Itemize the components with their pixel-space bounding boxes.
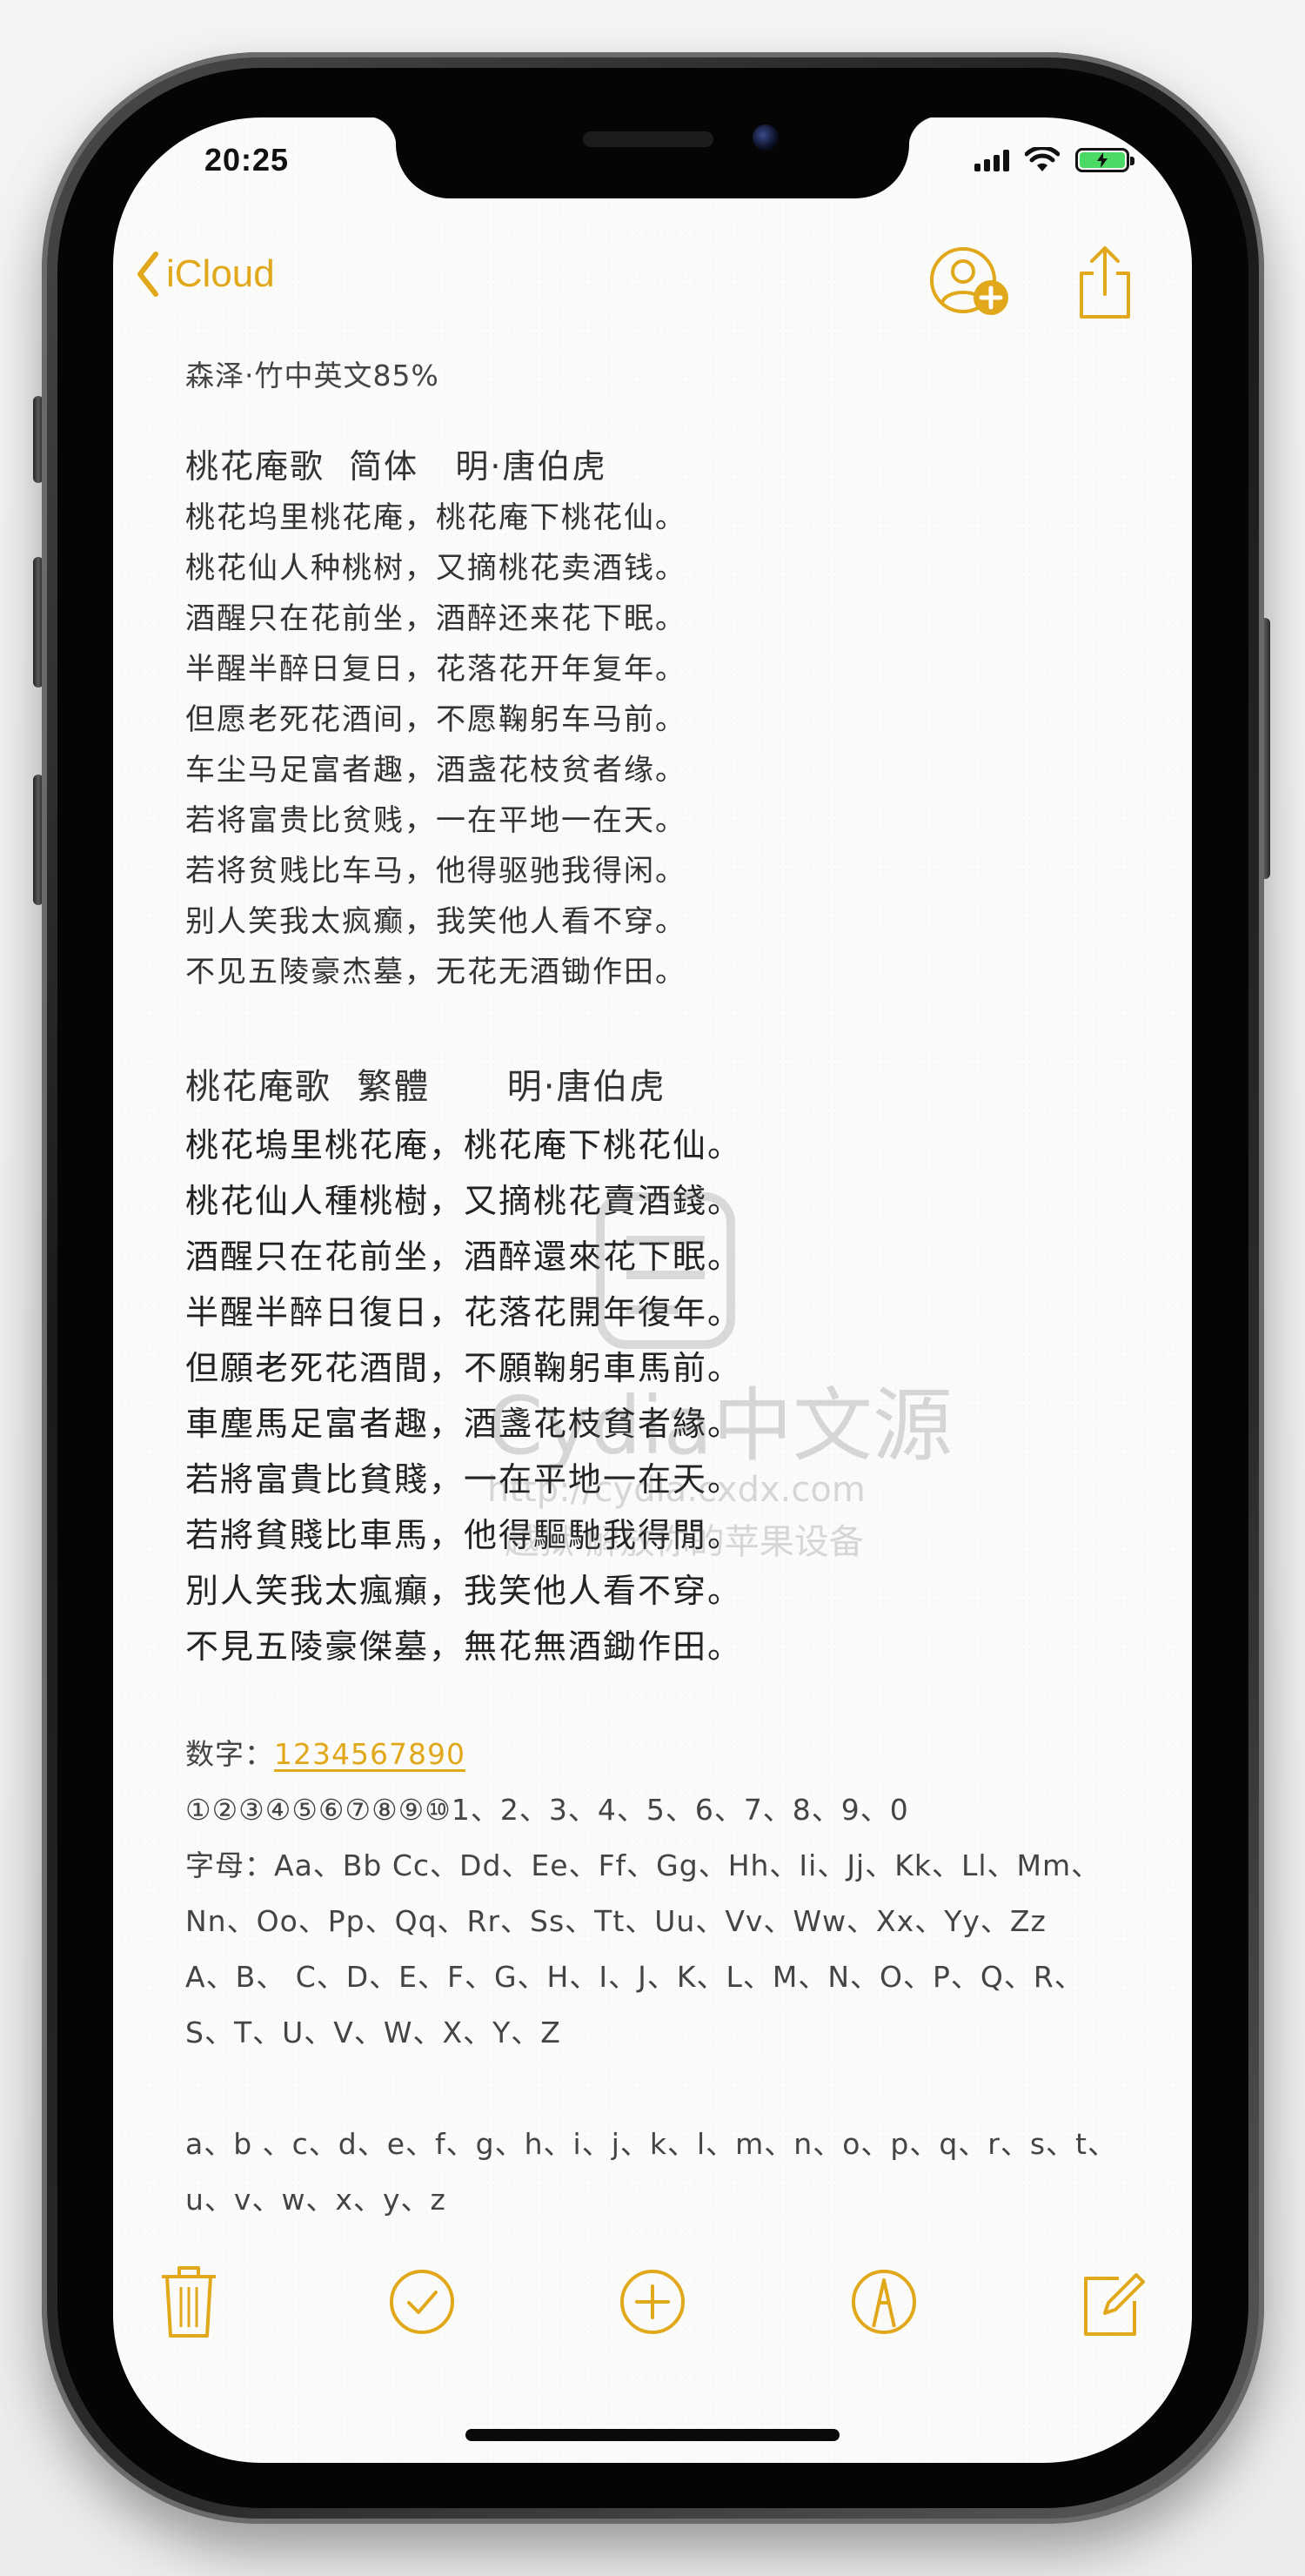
letters-pairs-2: Nn、Oo、Pp、Qq、Rr、Ss、Tt、Uu、Vv、Ww、Xx、Yy、Zz	[185, 1904, 1047, 1938]
compose-icon	[1084, 2273, 1145, 2336]
poem-line: 但愿老死花酒间，不愿鞠躬车马前。	[185, 702, 686, 737]
add-person-icon	[930, 247, 1008, 315]
trash-icon	[162, 2266, 216, 2338]
poem-simplified: 桃花庵歌 简体 明·唐伯虎 桃花坞里桃花庵，桃花庵下桃花仙。 桃花仙人种桃树，又…	[185, 439, 1125, 997]
speaker-grille	[583, 131, 713, 147]
share-button[interactable]	[1074, 244, 1135, 325]
checklist-icon	[390, 2270, 454, 2334]
poem-line: 若將貧賤比車馬，他得驅馳我得閒。	[185, 1516, 743, 1554]
device-mockup: 20:25 iCloud 森泽·竹中英文85% 桃花庵歌 简体 明·唐伯虎 桃花…	[0, 0, 1305, 2576]
delete-button[interactable]	[158, 2263, 219, 2345]
back-label: iCloud	[166, 252, 275, 295]
poem-line: 半醒半醉日復日，花落花開年復年。	[185, 1293, 743, 1332]
poem-line: 若将贫贱比车马，他得驱驰我得闲。	[185, 854, 686, 889]
add-button[interactable]	[618, 2263, 687, 2345]
poem-line: 桃花仙人種桃樹，又摘桃花賣酒錢。	[185, 1182, 743, 1220]
share-icon	[1080, 246, 1130, 319]
poem-line: 车尘马足富者趣，酒盏花枝贫者缘。	[185, 753, 686, 788]
notes-screen: 20:25 iCloud 森泽·竹中英文85% 桃花庵歌 简体 明·唐伯虎 桃花…	[113, 117, 1192, 2463]
add-icon	[620, 2270, 685, 2334]
compose-button[interactable]	[1079, 2263, 1148, 2345]
poem-line: 桃花仙人种桃树，又摘桃花卖酒钱。	[185, 551, 686, 586]
numbers-label: 数字：	[185, 1737, 274, 1771]
markup-icon	[852, 2270, 916, 2334]
poem-line: 不见五陵豪杰墓，无花无酒锄作田。	[185, 955, 686, 989]
poem-line: 若将富贵比贫贱，一在平地一在天。	[185, 803, 686, 838]
lowercase-line-2: u、v、w、x、y、z	[185, 2183, 446, 2217]
poem-line: 不見五陵豪傑墓，無花無酒鋤作田。	[185, 1627, 743, 1666]
note-content[interactable]: 森泽·竹中英文85% 桃花庵歌 简体 明·唐伯虎 桃花坞里桃花庵，桃花庵下桃花仙…	[185, 352, 1125, 2228]
bottom-toolbar	[113, 2263, 1192, 2341]
poem-line: 酒醒只在花前坐，酒醉还来花下眠。	[185, 601, 686, 636]
lowercase-line-1: a、b 、c、d、e、f、g、h、i、j、k、l、m、n、o、p、q、r、s、t…	[185, 2127, 1117, 2161]
note-title: 森泽·竹中英文85%	[185, 359, 439, 392]
poem-line: 車塵馬足富者趣，酒盞花枝貧者緣。	[185, 1405, 743, 1443]
numbers-line: 数字：1234567890	[185, 1727, 1125, 1782]
status-time: 20:25	[204, 142, 290, 178]
poem-line: 别人笑我太疯癫，我笑他人看不穿。	[185, 904, 686, 939]
home-indicator[interactable]	[465, 2429, 840, 2441]
back-chevron-icon	[137, 252, 158, 297]
battery-level	[1080, 152, 1125, 168]
poem-heading: 桃花庵歌 繁體 明·唐伯虎	[185, 1067, 666, 1107]
poem-line: 酒醒只在花前坐，酒醉還來花下眠。	[185, 1238, 743, 1276]
charging-bolt-icon	[1097, 152, 1108, 168]
uppercase-line-2: S、T、U、V、W、X、Y、Z	[185, 2016, 561, 2049]
notch	[365, 117, 940, 198]
character-samples: 数字：1234567890 ①②③④⑤⑥⑦⑧⑨⑩1、2、3、4、5、6、7、8、…	[185, 1727, 1125, 2228]
poem-heading: 桃花庵歌 简体 明·唐伯虎	[185, 447, 607, 486]
poem-line: 別人笑我太瘋癲，我笑他人看不穿。	[185, 1572, 743, 1610]
add-person-button[interactable]	[927, 244, 1014, 325]
cellular-signal-icon	[974, 149, 1009, 171]
circled-numbers-line: ①②③④⑤⑥⑦⑧⑨⑩1、2、3、4、5、6、7、8、9、0	[185, 1793, 909, 1827]
back-button[interactable]: iCloud	[135, 251, 275, 298]
battery-icon	[1075, 148, 1134, 172]
poem-line: 半醒半醉日复日，花落花开年复年。	[185, 652, 686, 687]
checklist-button[interactable]	[387, 2263, 457, 2345]
markup-button[interactable]	[849, 2263, 919, 2345]
letters-pairs-1: Aa、Bb Cc、Dd、Ee、Ff、Gg、Hh、Ii、Jj、Kk、Ll、Mm、	[274, 1848, 1101, 1882]
poem-line: 若將富貴比貧賤，一在平地一在天。	[185, 1460, 743, 1499]
navigation-bar: iCloud	[113, 244, 1192, 322]
status-indicators	[974, 147, 1134, 173]
poem-line: 桃花塢里桃花庵，桃花庵下桃花仙。	[185, 1126, 743, 1164]
poem-traditional: 桃花庵歌 繁體 明·唐伯虎 桃花塢里桃花庵，桃花庵下桃花仙。 桃花仙人種桃樹，又…	[185, 1058, 1125, 1674]
poem-line: 桃花坞里桃花庵，桃花庵下桃花仙。	[185, 500, 686, 535]
letters-label: 字母：	[185, 1848, 274, 1882]
uppercase-line-1: A、B、 C、D、E、F、G、H、I、J、K、L、M、N、O、P、Q、R、	[185, 1960, 1084, 1994]
wifi-icon	[1025, 147, 1060, 171]
letters-line: 字母：Aa、Bb Cc、Dd、Ee、Ff、Gg、Hh、Ii、Jj、Kk、Ll、M…	[185, 1838, 1125, 1894]
phone-number-link[interactable]: 1234567890	[274, 1737, 465, 1771]
poem-line: 但願老死花酒間，不願鞠躬車馬前。	[185, 1349, 743, 1387]
front-camera	[753, 124, 779, 151]
